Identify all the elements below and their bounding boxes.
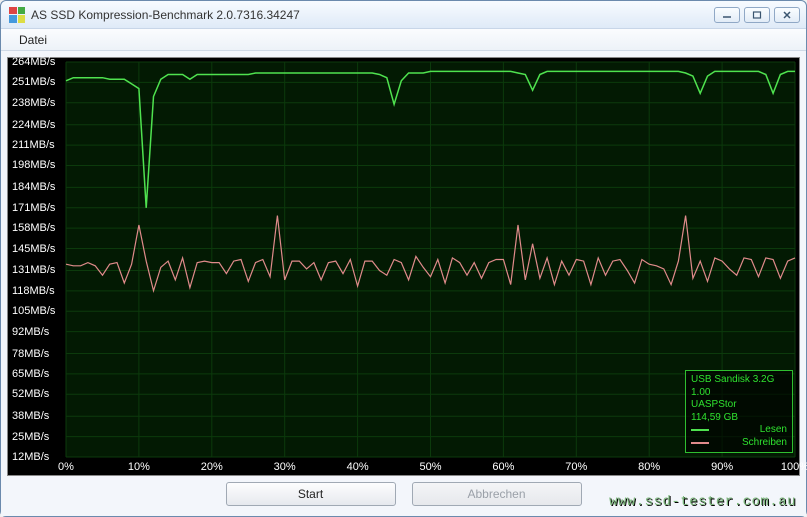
y-tick-label: 118MB/s	[12, 285, 55, 297]
x-tick-label: 100%	[781, 461, 807, 473]
y-tick-label: 264MB/s	[12, 56, 55, 68]
menu-file[interactable]: Datei	[11, 31, 55, 49]
y-tick-label: 224MB/s	[12, 119, 55, 131]
app-icon	[9, 7, 25, 23]
x-tick-label: 50%	[419, 461, 441, 473]
compression-chart: USB Sandisk 3.2G 1.00 UASPStor 114,59 GB…	[7, 57, 800, 476]
window-controls	[714, 7, 800, 23]
x-tick-label: 80%	[638, 461, 660, 473]
x-tick-label: 0%	[58, 461, 74, 473]
y-tick-label: 251MB/s	[12, 76, 55, 88]
y-tick-label: 105MB/s	[12, 305, 55, 317]
drive-capacity: 114,59 GB	[691, 412, 787, 425]
legend-read: Lesen	[691, 424, 787, 437]
cancel-button[interactable]: Abbrechen	[412, 482, 582, 506]
minimize-button[interactable]	[714, 7, 740, 23]
y-tick-label: 92MB/s	[12, 326, 49, 338]
y-tick-label: 211MB/s	[12, 139, 55, 151]
x-tick-label: 40%	[347, 461, 369, 473]
y-tick-label: 78MB/s	[12, 348, 49, 360]
write-swatch-icon	[691, 442, 709, 444]
y-tick-label: 38MB/s	[12, 410, 49, 422]
y-tick-label: 238MB/s	[12, 97, 55, 109]
x-tick-label: 60%	[492, 461, 514, 473]
y-tick-label: 131MB/s	[12, 264, 55, 276]
menu-bar: Datei	[1, 29, 806, 51]
y-tick-label: 52MB/s	[12, 388, 49, 400]
y-tick-label: 65MB/s	[12, 368, 49, 380]
read-swatch-icon	[691, 429, 709, 431]
drive-firmware: 1.00	[691, 387, 787, 400]
y-tick-label: 25MB/s	[12, 431, 49, 443]
drive-controller: UASPStor	[691, 399, 787, 412]
x-tick-label: 30%	[274, 461, 296, 473]
watermark: www.ssd-tester.com.au	[609, 494, 796, 510]
y-tick-label: 12MB/s	[12, 451, 49, 463]
close-button[interactable]	[774, 7, 800, 23]
legend-write: Schreiben	[691, 437, 787, 450]
y-tick-label: 171MB/s	[12, 202, 55, 214]
client-area: USB Sandisk 3.2G 1.00 UASPStor 114,59 GB…	[1, 51, 806, 516]
x-tick-label: 20%	[201, 461, 223, 473]
y-tick-label: 198MB/s	[12, 159, 55, 171]
maximize-button[interactable]	[744, 7, 770, 23]
legend-box: USB Sandisk 3.2G 1.00 UASPStor 114,59 GB…	[685, 370, 793, 453]
title-bar[interactable]: AS SSD Kompression-Benchmark 2.0.7316.34…	[1, 1, 806, 29]
x-tick-label: 10%	[128, 461, 150, 473]
x-tick-label: 90%	[711, 461, 733, 473]
y-tick-label: 145MB/s	[12, 243, 55, 255]
app-window: AS SSD Kompression-Benchmark 2.0.7316.34…	[0, 0, 807, 517]
y-tick-label: 158MB/s	[12, 222, 55, 234]
x-tick-label: 70%	[565, 461, 587, 473]
y-tick-label: 184MB/s	[12, 181, 55, 193]
drive-model: USB Sandisk 3.2G	[691, 374, 787, 387]
window-title: AS SSD Kompression-Benchmark 2.0.7316.34…	[31, 8, 714, 22]
start-button[interactable]: Start	[226, 482, 396, 506]
